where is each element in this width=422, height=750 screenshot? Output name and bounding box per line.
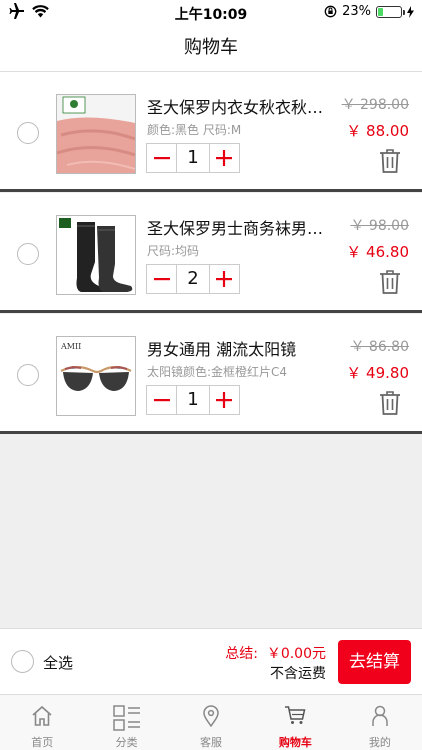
total-value: ￥0.00元	[266, 646, 326, 662]
status-right: 23%	[324, 4, 414, 19]
person-icon	[372, 705, 388, 726]
black-socks-product-image	[57, 216, 135, 294]
decrease-button[interactable]	[147, 386, 176, 414]
cart-item: 圣大保罗内衣女秋衣秋裤套装 颜色:黑色 尺码:M 1 ￥ 298.00 ￥ 88…	[0, 72, 422, 192]
cart-item: AMII 男女通用 潮流太阳镜 太阳镜颜色:金框橙红片C4 1 ￥ 86.80 …	[0, 314, 422, 434]
tab-service[interactable]: 客服	[169, 695, 253, 750]
increase-button[interactable]	[210, 386, 239, 414]
checkout-button[interactable]: 去结算	[338, 640, 411, 684]
original-price: ￥ 298.00	[341, 97, 409, 113]
minus-icon	[153, 278, 170, 281]
item-select-radio[interactable]	[17, 122, 39, 144]
plus-icon	[216, 271, 233, 287]
product-image[interactable]: AMII	[56, 336, 136, 416]
trash-icon[interactable]	[379, 269, 401, 295]
category-icon	[112, 705, 140, 731]
decrease-button[interactable]	[147, 265, 176, 293]
battery-fill	[378, 7, 384, 16]
tab-bar: 首页 分类 客服 购物车 我的	[0, 694, 422, 750]
plus-icon	[216, 392, 233, 408]
quantity-value[interactable]: 2	[176, 265, 210, 293]
location-pin-icon	[203, 705, 219, 727]
home-icon	[32, 705, 52, 726]
status-bar: 上午10:09 23%	[0, 0, 422, 24]
tab-label: 购物车	[278, 736, 312, 749]
orientation-lock-icon	[324, 5, 337, 18]
cart-item: 圣大保罗男士商务袜男士袜子 尺码:均码 2 ￥ 98.00 ￥ 46.80	[0, 193, 422, 313]
tab-home[interactable]: 首页	[0, 695, 84, 750]
battery-icon	[376, 5, 405, 18]
total-amount: 总结: ￥0.00元	[225, 643, 326, 663]
minus-icon	[153, 157, 170, 160]
quantity-stepper: 1	[146, 385, 240, 415]
plus-icon	[216, 150, 233, 166]
cart-list: 圣大保罗内衣女秋衣秋裤套装 颜色:黑色 尺码:M 1 ￥ 298.00 ￥ 88…	[0, 72, 422, 435]
product-spec: 尺码:均码	[147, 244, 200, 258]
brand-mark: AMII	[60, 342, 81, 351]
select-all-radio[interactable]	[11, 650, 34, 673]
quantity-value[interactable]: 1	[176, 144, 210, 172]
increase-button[interactable]	[210, 144, 239, 172]
tab-label: 客服	[200, 736, 223, 749]
quantity-value[interactable]: 1	[176, 386, 210, 414]
product-image[interactable]	[56, 215, 136, 295]
sale-price: ￥ 88.00	[346, 122, 409, 140]
product-name[interactable]: 男女通用 潮流太阳镜	[147, 336, 329, 360]
select-all-label[interactable]: 全选	[43, 652, 73, 673]
shipping-note: 不含运费	[270, 666, 326, 682]
tab-mine[interactable]: 我的	[338, 695, 422, 750]
page-title: 购物车	[184, 37, 238, 58]
tab-cart[interactable]: 购物车	[253, 695, 337, 750]
product-spec: 颜色:黑色 尺码:M	[147, 123, 242, 137]
product-image[interactable]	[56, 94, 136, 174]
sale-price: ￥ 46.80	[346, 243, 409, 261]
original-price: ￥ 98.00	[350, 218, 409, 234]
battery-percent: 23%	[342, 4, 371, 19]
sale-price: ￥ 49.80	[346, 364, 409, 382]
item-select-radio[interactable]	[17, 243, 39, 265]
tab-label: 我的	[368, 736, 391, 749]
sunglasses-product-image: AMII	[57, 337, 135, 415]
total-label: 总结:	[225, 646, 258, 662]
trash-icon[interactable]	[379, 148, 401, 174]
tab-label: 首页	[31, 736, 54, 749]
pink-fabric-product-image	[57, 95, 135, 173]
tab-label: 分类	[115, 736, 138, 749]
cart-icon	[285, 706, 306, 724]
decrease-button[interactable]	[147, 144, 176, 172]
minus-icon	[153, 399, 170, 402]
item-select-radio[interactable]	[17, 364, 39, 386]
charging-bolt-icon	[407, 5, 414, 18]
tab-category[interactable]: 分类	[84, 695, 168, 750]
trash-icon[interactable]	[379, 390, 401, 416]
product-spec: 太阳镜颜色:金框橙红片C4	[147, 365, 288, 379]
product-name[interactable]: 圣大保罗内衣女秋衣秋裤套装	[147, 94, 329, 118]
original-price: ￥ 86.80	[350, 339, 409, 355]
quantity-stepper: 1	[146, 143, 240, 173]
nav-bar: 购物车	[0, 24, 422, 72]
quantity-stepper: 2	[146, 264, 240, 294]
checkout-bar: 全选 总结: ￥0.00元 不含运费 去结算	[0, 628, 422, 694]
increase-button[interactable]	[210, 265, 239, 293]
product-name[interactable]: 圣大保罗男士商务袜男士袜子	[147, 215, 329, 239]
